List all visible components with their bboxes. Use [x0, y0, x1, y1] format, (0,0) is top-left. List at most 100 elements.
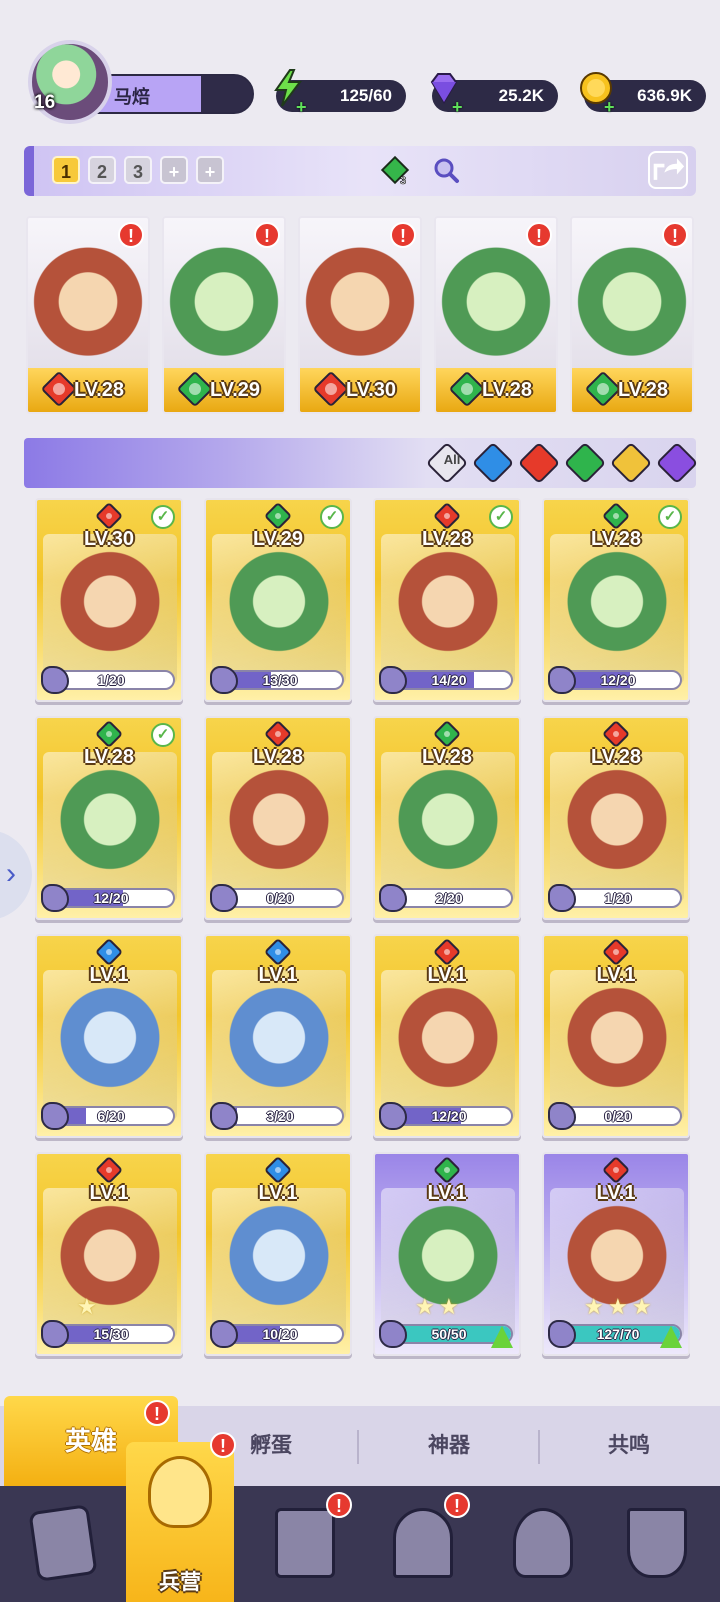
team-slot-add-1[interactable]: + [160, 156, 188, 184]
book-icon [275, 1508, 335, 1578]
hero-card[interactable]: LV.1 6/20 [35, 934, 183, 1138]
nav-barracks[interactable]: 兵营 ! [126, 1432, 236, 1602]
filter-light-icon[interactable] [609, 441, 653, 485]
hero-card[interactable]: LV.1 12/20 [373, 934, 521, 1138]
hero-card[interactable]: LV.1 ★ ★ 50/50 [373, 1152, 521, 1356]
hero-portrait [212, 970, 346, 1120]
hero-level: LV.28 [74, 379, 125, 401]
hero-portrait [381, 534, 515, 684]
filter-water-icon[interactable] [471, 441, 515, 485]
filter-fire-icon[interactable] [517, 441, 561, 485]
sub-tab-bar: 英雄 ! 孵蛋 神器 共鸣 [0, 1396, 720, 1486]
tab-heroes-alert-badge: ! [144, 1400, 170, 1426]
nav-castle-alert-badge: ! [444, 1492, 470, 1518]
hero-card[interactable]: LV.1 10/20 [204, 1152, 352, 1356]
hero-card[interactable]: LV.28 1/20 [542, 716, 690, 920]
coin-add-icon[interactable]: + [604, 98, 615, 116]
hero-shard-icon [41, 1320, 69, 1348]
tab-heroes-label: 英雄 [64, 1426, 117, 1456]
hero-level: LV.1 [258, 1182, 298, 1204]
in-team-check-icon: ✓ [320, 505, 344, 529]
nav-mushroom[interactable] [498, 1502, 588, 1586]
nav-castle[interactable]: ! [378, 1492, 470, 1586]
tab-artifacts[interactable]: 神器 [362, 1406, 536, 1486]
hero-card[interactable]: LV.28 2/20 [373, 716, 521, 920]
star-icon: ★ [584, 1294, 604, 1319]
hero-shard-icon [210, 1320, 238, 1348]
tab-divider [357, 1430, 359, 1464]
hero-level: LV.1 [427, 1182, 467, 1204]
star-icon: ★ [632, 1294, 652, 1319]
hero-level: LV.1 [89, 1182, 129, 1204]
star-icon: ★ [415, 1294, 435, 1319]
team-slot-3[interactable]: 3 [124, 156, 152, 184]
in-team-check-icon: ✓ [489, 505, 513, 529]
water-element-icon [94, 937, 124, 967]
nav-cards[interactable] [18, 1502, 108, 1586]
hero-portrait [212, 752, 346, 902]
hero-card[interactable]: LV.1 3/20 [204, 934, 352, 1138]
team-hero-card[interactable]: LV.29! [162, 216, 286, 414]
team-hero-card[interactable]: LV.30! [298, 216, 422, 414]
search-icon[interactable] [432, 156, 460, 184]
hero-card[interactable]: LV.1 ★ ★ ★ 127/70 [542, 1152, 690, 1356]
filter-wind-icon[interactable] [563, 441, 607, 485]
team-hero-card[interactable]: LV.28! [26, 216, 150, 414]
green-gem-icon[interactable]: 3 [379, 154, 411, 186]
hero-level: LV.29 [210, 379, 261, 401]
nav-book[interactable]: ! [260, 1492, 352, 1586]
nav-banner[interactable] [612, 1502, 702, 1586]
fire-element-icon [432, 937, 462, 967]
tab-resonance[interactable]: 共鸣 [542, 1406, 716, 1486]
gem-add-icon[interactable]: + [452, 98, 463, 116]
player-avatar[interactable]: 16 [28, 40, 112, 124]
hero-card[interactable]: LV.28 ✓ 14/20 [373, 498, 521, 702]
hero-shard-icon [210, 666, 238, 694]
nav-barracks-alert-badge: ! [210, 1432, 236, 1458]
hero-card[interactable]: LV.28 0/20 [204, 716, 352, 920]
energy-counter[interactable]: + 125/60 [274, 69, 406, 116]
hero-portrait [550, 752, 684, 902]
hero-card[interactable]: LV.29 ✓ 13/30 [204, 498, 352, 702]
hero-level: LV.28 [421, 528, 473, 550]
hero-card[interactable]: LV.1 ★ 15/30 [35, 1152, 183, 1356]
upgrade-arrow-icon[interactable] [491, 1326, 513, 1348]
hero-portrait [43, 752, 177, 902]
wind-element-icon [432, 1155, 462, 1185]
filter-dark-icon[interactable] [655, 441, 699, 485]
hero-portrait [43, 1188, 177, 1338]
mushroom-icon [513, 1508, 573, 1578]
alert-badge: ! [254, 222, 280, 248]
fire-element-icon [601, 937, 631, 967]
hero-shard-icon [548, 666, 576, 694]
expand-side-panel-button[interactable]: › [0, 830, 32, 920]
share-button[interactable] [648, 151, 688, 189]
hero-shard-icon [210, 884, 238, 912]
fire-element-icon [432, 501, 462, 531]
filter-all-label: All [443, 452, 461, 467]
hero-shard-icon [41, 1102, 69, 1130]
team-hero-card[interactable]: LV.28! [434, 216, 558, 414]
team-slot-add-2[interactable]: + [196, 156, 224, 184]
team-slot-1[interactable]: 1 [52, 156, 80, 184]
hero-portrait [43, 970, 177, 1120]
energy-add-icon[interactable]: + [296, 98, 307, 116]
hero-level: LV.28 [590, 746, 642, 768]
water-element-icon [263, 1155, 293, 1185]
hero-card[interactable]: LV.30 ✓ 1/20 [35, 498, 183, 702]
team-hero-card[interactable]: LV.28! [570, 216, 694, 414]
hero-portrait [43, 534, 177, 684]
hero-card[interactable]: LV.28 ✓ 12/20 [542, 498, 690, 702]
hero-card[interactable]: LV.1 0/20 [542, 934, 690, 1138]
alert-badge: ! [390, 222, 416, 248]
hero-shard-icon [379, 1320, 407, 1348]
coin-counter[interactable]: + 636.9K [580, 72, 706, 116]
hero-level: LV.1 [89, 964, 129, 986]
upgrade-arrow-icon[interactable] [660, 1326, 682, 1348]
gem-counter[interactable]: + 25.2K [430, 73, 558, 116]
team-slot-2[interactable]: 2 [88, 156, 116, 184]
bottom-navigation: 兵营 ! ! ! [0, 1432, 720, 1602]
hero-shard-icon [41, 884, 69, 912]
hero-card[interactable]: LV.28 ✓ 12/20 [35, 716, 183, 920]
hero-portrait [212, 534, 346, 684]
